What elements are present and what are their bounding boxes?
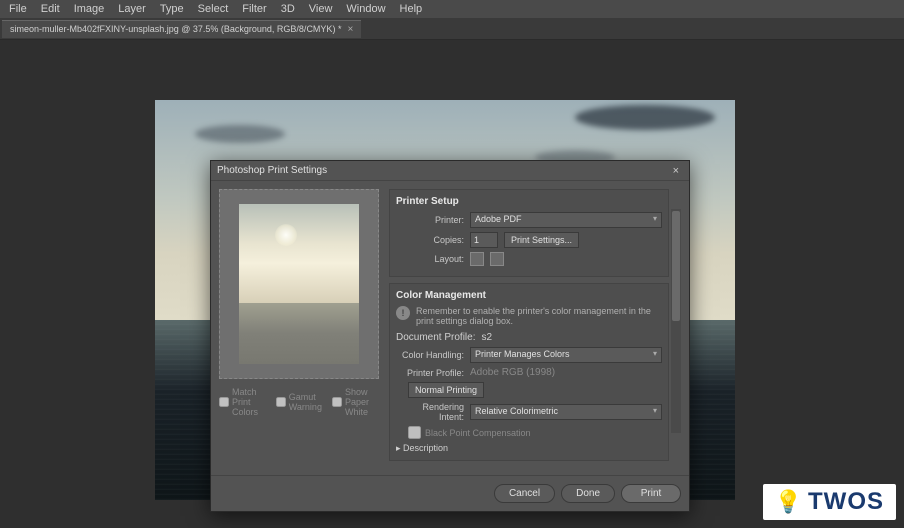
copies-input[interactable] xyxy=(470,232,498,248)
printer-label: Printer: xyxy=(396,215,464,225)
tabbar: simeon-muller-Mb402fFXINY-unsplash.jpg @… xyxy=(0,18,904,40)
printer-dropdown[interactable]: Adobe PDF xyxy=(470,212,662,228)
show-paper-white-checkbox[interactable]: Show Paper White xyxy=(332,387,379,417)
menubar: File Edit Image Layer Type Select Filter… xyxy=(0,0,904,18)
close-icon[interactable]: × xyxy=(669,165,683,177)
dialog-titlebar[interactable]: Photoshop Print Settings × xyxy=(211,161,689,181)
menu-help[interactable]: Help xyxy=(393,3,430,15)
normal-printing-button[interactable]: Normal Printing xyxy=(408,382,484,398)
rendering-intent-label: Rendering Intent: xyxy=(396,402,464,422)
watermark-text: TWOS xyxy=(808,488,884,516)
settings-pane: Printer Setup Printer: Adobe PDF Copies:… xyxy=(389,189,681,467)
color-handling-label: Color Handling: xyxy=(396,350,464,360)
menu-file[interactable]: File xyxy=(2,3,34,15)
gamut-warning-checkbox[interactable]: Gamut Warning xyxy=(276,387,322,417)
document-tab-label: simeon-muller-Mb402fFXINY-unsplash.jpg @… xyxy=(10,24,341,34)
warning-icon: ! xyxy=(396,306,410,320)
scrollbar-thumb[interactable] xyxy=(672,211,680,321)
cancel-button[interactable]: Cancel xyxy=(494,484,555,503)
printer-setup-title: Printer Setup xyxy=(396,196,662,207)
print-settings-button[interactable]: Print Settings... xyxy=(504,232,579,248)
description-expander[interactable]: Description xyxy=(396,443,662,454)
portrait-orientation-icon[interactable] xyxy=(470,252,484,266)
watermark-logo: 💡 TWOS xyxy=(763,484,896,520)
dialog-title: Photoshop Print Settings xyxy=(217,165,327,176)
close-icon[interactable]: × xyxy=(347,24,353,35)
print-settings-dialog: Photoshop Print Settings × Match Print C… xyxy=(210,160,690,512)
color-management-section: Color Management ! Remember to enable th… xyxy=(389,283,669,461)
doc-profile-value: s2 xyxy=(481,332,492,343)
canvas-area: Photoshop Print Settings × Match Print C… xyxy=(0,40,904,528)
match-print-colors-checkbox[interactable]: Match Print Colors xyxy=(219,387,266,417)
menu-edit[interactable]: Edit xyxy=(34,3,67,15)
color-mgmt-hint: ! Remember to enable the printer's color… xyxy=(396,306,662,326)
print-preview-pane: Match Print Colors Gamut Warning Show Pa… xyxy=(219,189,379,467)
layout-label: Layout: xyxy=(396,254,464,264)
black-point-checkbox: Black Point Compensation xyxy=(408,426,662,439)
print-button[interactable]: Print xyxy=(621,484,681,503)
printer-profile-value: Adobe RGB (1998) xyxy=(470,367,555,378)
doc-profile-label: Document Profile: xyxy=(396,332,475,343)
printer-setup-section: Printer Setup Printer: Adobe PDF Copies:… xyxy=(389,189,669,277)
settings-scrollbar[interactable] xyxy=(671,209,681,433)
menu-view[interactable]: View xyxy=(302,3,340,15)
menu-type[interactable]: Type xyxy=(153,3,191,15)
color-handling-dropdown[interactable]: Printer Manages Colors xyxy=(470,347,662,363)
menu-layer[interactable]: Layer xyxy=(111,3,153,15)
menu-filter[interactable]: Filter xyxy=(235,3,273,15)
menu-window[interactable]: Window xyxy=(339,3,392,15)
copies-label: Copies: xyxy=(396,235,464,245)
printer-profile-label: Printer Profile: xyxy=(396,368,464,378)
landscape-orientation-icon[interactable] xyxy=(490,252,504,266)
done-button[interactable]: Done xyxy=(561,484,615,503)
print-preview-image xyxy=(219,189,379,379)
menu-3d[interactable]: 3D xyxy=(274,3,302,15)
document-tab[interactable]: simeon-muller-Mb402fFXINY-unsplash.jpg @… xyxy=(2,20,361,38)
menu-select[interactable]: Select xyxy=(191,3,236,15)
color-mgmt-title: Color Management xyxy=(396,290,662,301)
lightbulb-icon: 💡 xyxy=(775,489,802,515)
rendering-intent-dropdown[interactable]: Relative Colorimetric xyxy=(470,404,662,420)
dialog-footer: Cancel Done Print xyxy=(211,475,689,511)
menu-image[interactable]: Image xyxy=(67,3,112,15)
